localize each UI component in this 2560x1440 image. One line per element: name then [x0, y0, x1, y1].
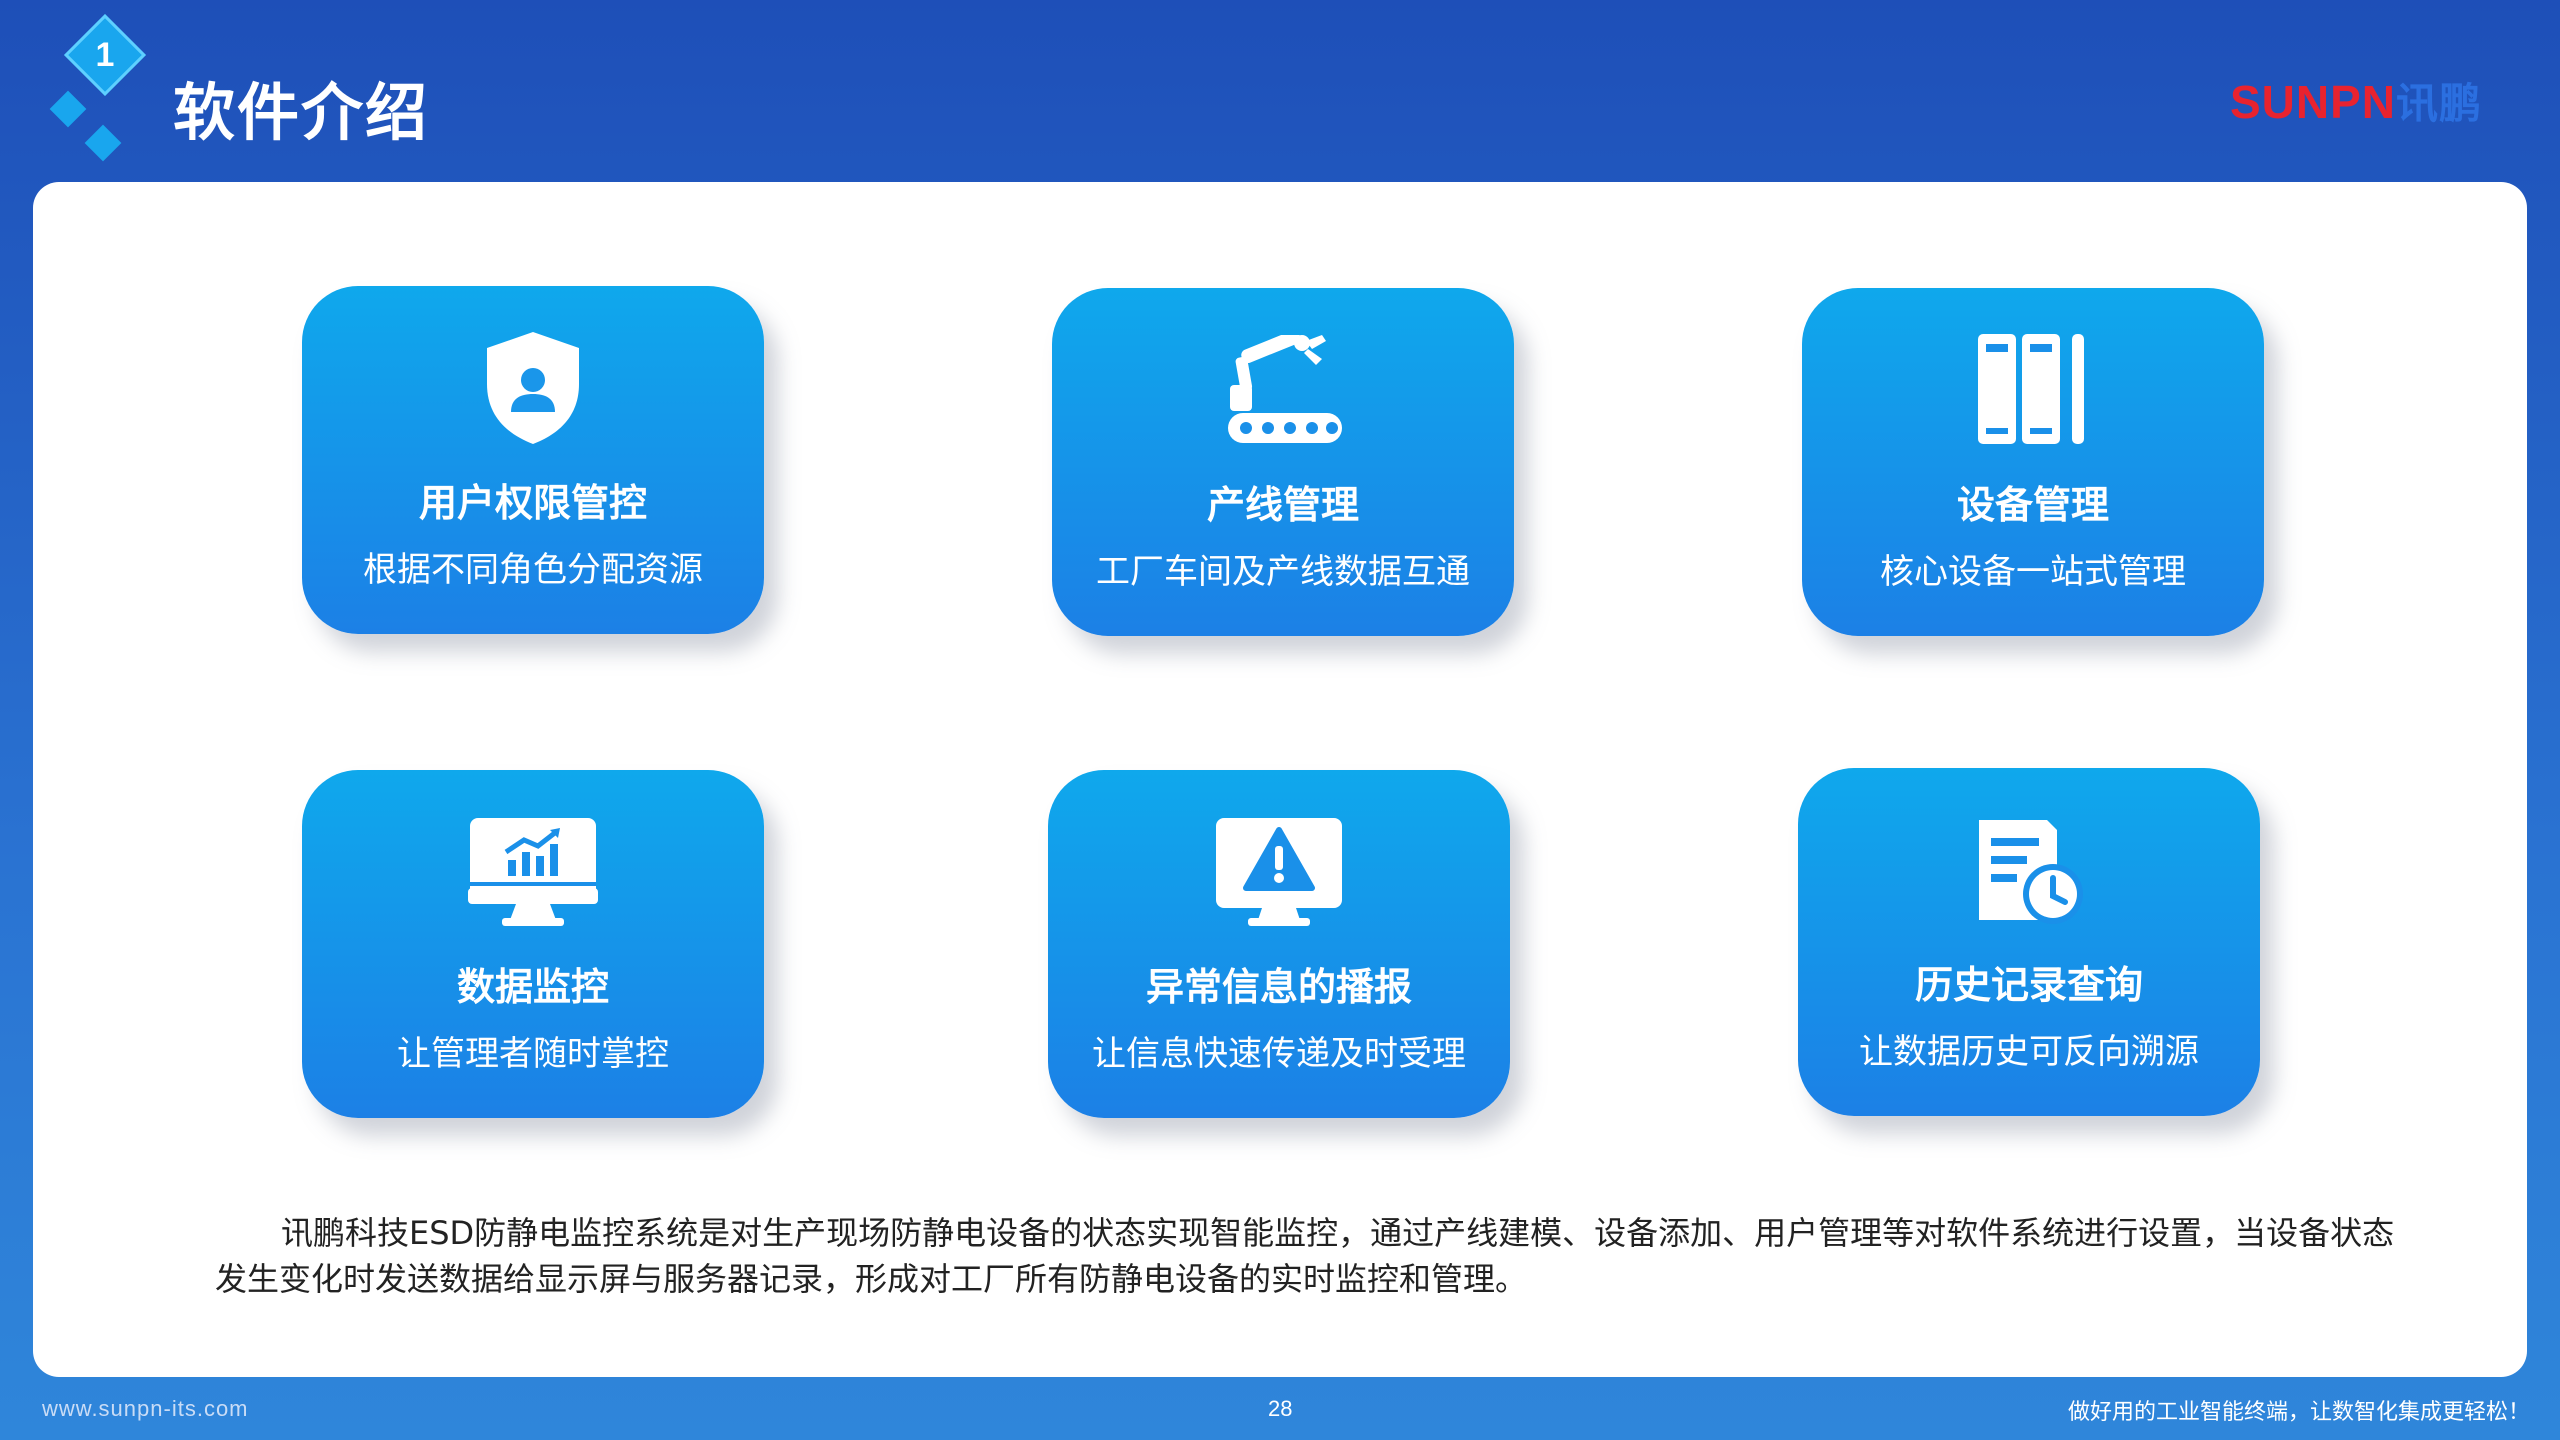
section-number: 1	[95, 35, 115, 74]
card-title: 用户权限管控	[418, 481, 647, 525]
brand-name-en: SUNPN	[2229, 76, 2396, 128]
robot-arm-conveyor-icon	[1052, 330, 1514, 450]
footer-slogan: 做好用的工业智能终端，让数智化集成更轻松！	[2067, 1400, 2530, 1425]
brand-logo: SUNPN讯鹏	[2230, 70, 2482, 131]
feature-card-production-line[interactable]: 产线管理 工厂车间及产线数据互通	[1052, 288, 1514, 636]
card-title: 异常信息的播报	[1145, 965, 1412, 1009]
section-badge: 1	[48, 13, 158, 168]
feature-card-history-query[interactable]: 历史记录查询 让数据历史可反向溯源	[1798, 768, 2260, 1116]
shield-user-icon	[302, 328, 764, 448]
feature-card-device-management[interactable]: 设备管理 核心设备一站式管理	[1802, 288, 2264, 636]
card-description: 核心设备一站式管理	[1880, 552, 2186, 592]
card-title: 历史记录查询	[1914, 963, 2143, 1007]
server-rack-icon	[1802, 330, 2264, 450]
page-number: 28	[1268, 1396, 1293, 1421]
feature-card-user-permission[interactable]: 用户权限管控 根据不同角色分配资源	[302, 286, 764, 634]
card-title: 数据监控	[456, 965, 609, 1009]
card-title: 产线管理	[1206, 483, 1359, 527]
card-description: 工厂车间及产线数据互通	[1096, 552, 1470, 592]
document-clock-icon	[1798, 810, 2260, 930]
feature-card-alert-broadcast[interactable]: 异常信息的播报 让信息快速传递及时受理	[1048, 770, 1510, 1118]
card-description: 让信息快速传递及时受理	[1092, 1034, 1466, 1074]
card-description: 让数据历史可反向溯源	[1859, 1032, 2199, 1072]
diamond-icon	[49, 90, 87, 128]
warning-monitor-icon	[1048, 812, 1510, 932]
brand-name-cn: 讯鹏	[2395, 79, 2482, 128]
diamond-icon	[84, 124, 122, 162]
page-title: 软件介绍	[173, 76, 430, 149]
card-description: 让管理者随时掌控	[397, 1034, 669, 1074]
intro-paragraph: 讯鹏科技ESD防静电监控系统是对生产现场防静电设备的状态实现智能监控，通过产线建…	[215, 1210, 2415, 1302]
card-title: 设备管理	[1956, 483, 2109, 527]
feature-card-data-monitoring[interactable]: 数据监控 让管理者随时掌控	[302, 770, 764, 1118]
monitor-chart-icon	[302, 812, 764, 932]
card-description: 根据不同角色分配资源	[363, 550, 703, 590]
intro-text: 讯鹏科技ESD防静电监控系统是对生产现场防静电设备的状态实现智能监控，通过产线建…	[215, 1214, 2395, 1298]
footer-website[interactable]: www.sunpn-its.com	[42, 1396, 249, 1422]
